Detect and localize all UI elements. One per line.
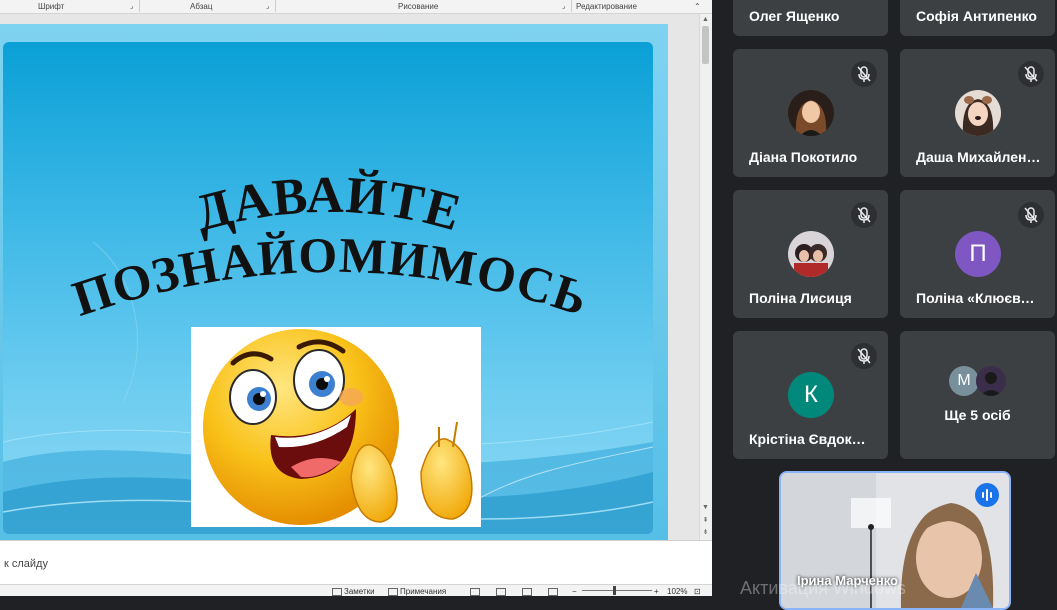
normal-view-icon: [470, 587, 480, 596]
participant-tile[interactable]: К Крістіна Євдоки…: [733, 331, 888, 459]
smiley-emoji-image[interactable]: [191, 327, 481, 527]
scroll-down-arrow-icon[interactable]: ▼: [700, 504, 711, 511]
participant-name: Поліна «Клюєва…: [916, 290, 1041, 306]
ribbon-group-font[interactable]: Шрифт: [38, 2, 64, 11]
powerpoint-window: Шрифт ⌟ Абзац ⌟ Рисование ⌟ Редактирован…: [0, 0, 712, 596]
mic-off-icon: [851, 61, 877, 87]
participant-name: Даша Михайлен…: [916, 149, 1041, 165]
participant-tile[interactable]: Діана Покотило: [733, 49, 888, 177]
participant-tile[interactable]: Софія Антипенко: [900, 0, 1055, 36]
slide-editing-pane[interactable]: ДАВАЙТЕ ПОЗНАЙОМИМОСЬ: [0, 24, 668, 540]
notes-icon: [332, 587, 342, 596]
ribbon-group-labels: Шрифт ⌟ Абзац ⌟ Рисование ⌟ Редактирован…: [0, 0, 712, 14]
mic-off-icon: [1018, 61, 1044, 87]
avatar: П: [955, 231, 1001, 277]
ribbon-drawing-launcher-icon[interactable]: ⌟: [562, 2, 565, 10]
zoom-level[interactable]: 102%: [667, 587, 687, 596]
fit-slide-icon[interactable]: ⊡: [694, 587, 701, 596]
comment-icon: [388, 587, 398, 596]
previous-slide-icon[interactable]: ⇞: [700, 516, 711, 524]
zoom-out-button[interactable]: −: [572, 587, 577, 596]
speaking-indicator-icon: [975, 483, 999, 507]
participant-name: Софія Антипенко: [916, 8, 1037, 24]
mic-off-icon: [851, 343, 877, 369]
participant-tile[interactable]: Даша Михайлен…: [900, 49, 1055, 177]
scroll-up-arrow-icon[interactable]: ▲: [700, 16, 711, 23]
mic-off-icon: [1018, 202, 1044, 228]
scrollbar-thumb[interactable]: [702, 26, 709, 64]
notes-toggle-button[interactable]: Заметки: [332, 587, 375, 596]
zoom-slider[interactable]: [582, 590, 652, 591]
ribbon-font-launcher-icon[interactable]: ⌟: [130, 2, 133, 10]
reading-view-button[interactable]: [522, 587, 534, 596]
participant-name: Олег Ященко: [749, 8, 840, 24]
ribbon-paragraph-launcher-icon[interactable]: ⌟: [266, 2, 269, 10]
avatar: [788, 231, 834, 277]
participant-name: Діана Покотило: [749, 149, 858, 165]
zoom-slider-thumb[interactable]: [613, 586, 616, 595]
slideshow-button[interactable]: [548, 587, 560, 596]
comments-toggle-button[interactable]: Примечания: [388, 587, 446, 596]
ribbon-collapse-icon[interactable]: ⌃: [694, 2, 701, 11]
more-participants-label: Ще 5 осіб: [944, 407, 1011, 423]
meet-participant-grid: Олег Ященко Софія Антипенко Діана Покоти…: [712, 0, 1057, 610]
participant-tile[interactable]: П Поліна «Клюєва…: [900, 190, 1055, 318]
participant-name: Крістіна Євдоки…: [749, 431, 874, 447]
more-participants-tile[interactable]: М Ще 5 осіб: [900, 331, 1055, 459]
slide-sorter-icon: [496, 587, 506, 596]
avatar: [955, 90, 1001, 136]
avatar: [788, 90, 834, 136]
slide-sorter-button[interactable]: [496, 587, 508, 596]
avatar: М: [949, 366, 979, 396]
slide-title[interactable]: ДАВАЙТЕ ПОЗНАЙОМИМОСЬ: [3, 42, 653, 342]
mic-off-icon: [851, 202, 877, 228]
title-line-2: ПОЗНАЙОМИМОСЬ: [66, 227, 596, 327]
ribbon-group-paragraph[interactable]: Абзац: [190, 2, 212, 11]
vertical-scrollbar[interactable]: [699, 14, 712, 540]
reading-view-icon: [522, 587, 532, 596]
ribbon-group-editing[interactable]: Редактирование: [576, 2, 637, 11]
participant-tile[interactable]: Поліна Лисиця: [733, 190, 888, 318]
avatar: К: [788, 372, 834, 418]
participant-tile[interactable]: Олег Ященко: [733, 0, 888, 36]
notes-pane[interactable]: [0, 540, 712, 585]
ribbon-group-drawing[interactable]: Рисование: [398, 2, 438, 11]
zoom-in-button[interactable]: +: [654, 587, 659, 596]
normal-view-button[interactable]: [470, 587, 482, 596]
status-bar: Заметки Примечания − + 102% ⊡: [0, 584, 712, 596]
participant-name: Поліна Лисиця: [749, 290, 852, 306]
slideshow-icon: [548, 587, 558, 596]
notes-placeholder[interactable]: к слайду: [4, 558, 48, 570]
avatar: [976, 366, 1006, 396]
next-slide-icon[interactable]: ⇟: [700, 528, 711, 536]
